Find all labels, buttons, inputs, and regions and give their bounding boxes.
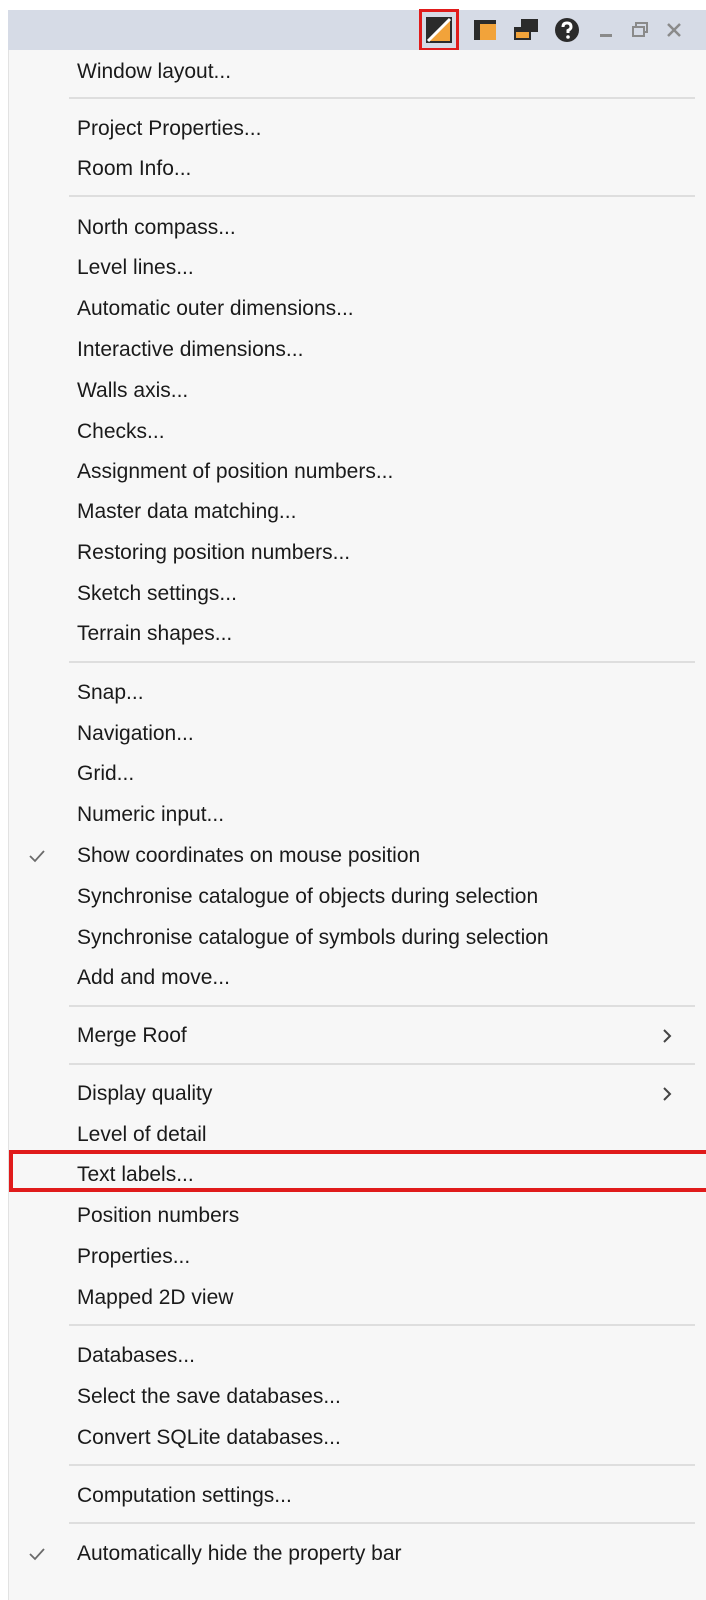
menu-item-interactive-dimensions[interactable]: Interactive dimensions... [9, 330, 706, 370]
menu-item-assignment-of-position-numbers[interactable]: Assignment of position numbers... [9, 452, 706, 492]
menu-item-label: Navigation... [77, 722, 194, 745]
menu-item-label: Terrain shapes... [77, 622, 233, 645]
menu-item-label: Display quality [77, 1082, 213, 1105]
menu-item-computation-settings[interactable]: Computation settings... [9, 1476, 706, 1516]
menu-item-label: Assignment of position numbers... [77, 460, 394, 483]
menu-item-label: Automatically hide the property bar [77, 1542, 402, 1565]
menu-item-checks[interactable]: Checks... [9, 412, 706, 452]
menu-item-convert-sqlite-databases[interactable]: Convert SQLite databases... [9, 1418, 706, 1458]
menu-item-label: Numeric input... [77, 803, 225, 826]
menu-item-label: Databases... [77, 1344, 195, 1367]
menu-item-automatic-outer-dimensions[interactable]: Automatic outer dimensions... [9, 289, 706, 329]
menu-item-grid[interactable]: Grid... [9, 754, 706, 794]
menu-item-label: Checks... [77, 420, 165, 443]
menu-item-window-layout[interactable]: Window layout... [9, 52, 706, 92]
menu-separator [69, 1522, 695, 1524]
menu-item-sync-catalogue-objects[interactable]: Synchronise catalogue of objects during … [9, 877, 706, 917]
menu-item-room-info[interactable]: Room Info... [9, 149, 706, 189]
menu-item-merge-roof[interactable]: Merge Roof [9, 1016, 706, 1056]
menu-item-label: Select the save databases... [77, 1385, 341, 1408]
menu-item-label: Room Info... [77, 157, 192, 180]
menu-item-label: Computation settings... [77, 1484, 292, 1507]
menu-item-select-save-databases[interactable]: Select the save databases... [9, 1377, 706, 1417]
menu-item-label: Synchronise catalogue of objects during … [77, 885, 539, 908]
close-icon[interactable] [660, 10, 688, 50]
menu-item-terrain-shapes[interactable]: Terrain shapes... [9, 614, 706, 654]
menu-item-level-of-detail[interactable]: Level of detail [9, 1115, 706, 1155]
menu-item-label: Merge Roof [77, 1024, 187, 1047]
menu-item-label: Synchronise catalogue of symbols during … [77, 926, 549, 949]
menu-item-label: Mapped 2D view [77, 1286, 234, 1309]
menu-item-label: Master data matching... [77, 500, 297, 523]
menu-item-label: Text labels... [77, 1163, 194, 1186]
menu-item-master-data-matching[interactable]: Master data matching... [9, 492, 706, 532]
display-settings-icon[interactable] [419, 9, 459, 51]
menu-item-level-lines[interactable]: Level lines... [9, 248, 706, 288]
menu-item-databases[interactable]: Databases... [9, 1336, 706, 1376]
chevron-right-icon [663, 1029, 672, 1043]
menu-item-label: Project Properties... [77, 117, 262, 140]
menu-item-label: Show coordinates on mouse position [77, 844, 421, 867]
menu-item-properties[interactable]: Properties... [9, 1237, 706, 1277]
menu-item-sync-catalogue-symbols[interactable]: Synchronise catalogue of symbols during … [9, 918, 706, 958]
checkmark-icon [29, 1548, 45, 1561]
help-icon[interactable] [550, 10, 584, 50]
menu-item-mapped-2d-view[interactable]: Mapped 2D view [9, 1278, 706, 1318]
menu-item-label: Grid... [77, 762, 135, 785]
menu-item-north-compass[interactable]: North compass... [9, 208, 706, 248]
menu-item-label: Position numbers [77, 1204, 240, 1227]
menu-item-label: Snap... [77, 681, 144, 704]
menu-item-label: Walls axis... [77, 379, 189, 402]
menu-item-label: Level lines... [77, 256, 194, 279]
menu-separator [69, 1063, 695, 1065]
menu-item-label: Convert SQLite databases... [77, 1426, 341, 1449]
restore-icon[interactable] [626, 10, 654, 50]
menu-item-sketch-settings[interactable]: Sketch settings... [9, 574, 706, 614]
menu-item-position-numbers[interactable]: Position numbers [9, 1196, 706, 1236]
menu-item-label: Add and move... [77, 966, 230, 989]
window-arrange-icon[interactable] [508, 10, 544, 50]
view-menu: Window layout... Project Properties... R… [8, 50, 706, 1600]
menu-separator [69, 1005, 695, 1007]
menu-separator [69, 1324, 695, 1326]
menu-item-project-properties[interactable]: Project Properties... [9, 109, 706, 149]
menu-item-label: Restoring position numbers... [77, 541, 351, 564]
chevron-right-icon [663, 1087, 672, 1101]
properties-panel-icon[interactable] [468, 10, 502, 50]
window-toolbar [8, 9, 706, 51]
menu-separator [69, 195, 695, 197]
menu-item-show-coordinates[interactable]: Show coordinates on mouse position [9, 836, 706, 876]
menu-separator [69, 97, 695, 99]
menu-item-label: Interactive dimensions... [77, 338, 304, 361]
menu-separator [69, 661, 695, 663]
menu-item-label: North compass... [77, 216, 236, 239]
menu-item-add-and-move[interactable]: Add and move... [9, 958, 706, 998]
menu-item-restoring-position-numbers[interactable]: Restoring position numbers... [9, 533, 706, 573]
minimize-icon[interactable] [592, 10, 620, 50]
menu-item-navigation[interactable]: Navigation... [9, 714, 706, 754]
menu-item-label: Properties... [77, 1245, 191, 1268]
menu-item-display-quality[interactable]: Display quality [9, 1074, 706, 1114]
menu-item-label: Level of detail [77, 1123, 207, 1146]
menu-separator [69, 1464, 695, 1466]
menu-item-numeric-input[interactable]: Numeric input... [9, 795, 706, 835]
checkmark-icon [29, 850, 45, 863]
menu-item-label: Sketch settings... [77, 582, 237, 605]
menu-item-label: Automatic outer dimensions... [77, 297, 354, 320]
menu-item-snap[interactable]: Snap... [9, 673, 706, 713]
menu-item-label: Window layout... [77, 60, 232, 83]
menu-item-walls-axis[interactable]: Walls axis... [9, 371, 706, 411]
menu-item-text-labels[interactable]: Text labels... [9, 1155, 706, 1195]
menu-item-auto-hide-property-bar[interactable]: Automatically hide the property bar [9, 1534, 706, 1574]
